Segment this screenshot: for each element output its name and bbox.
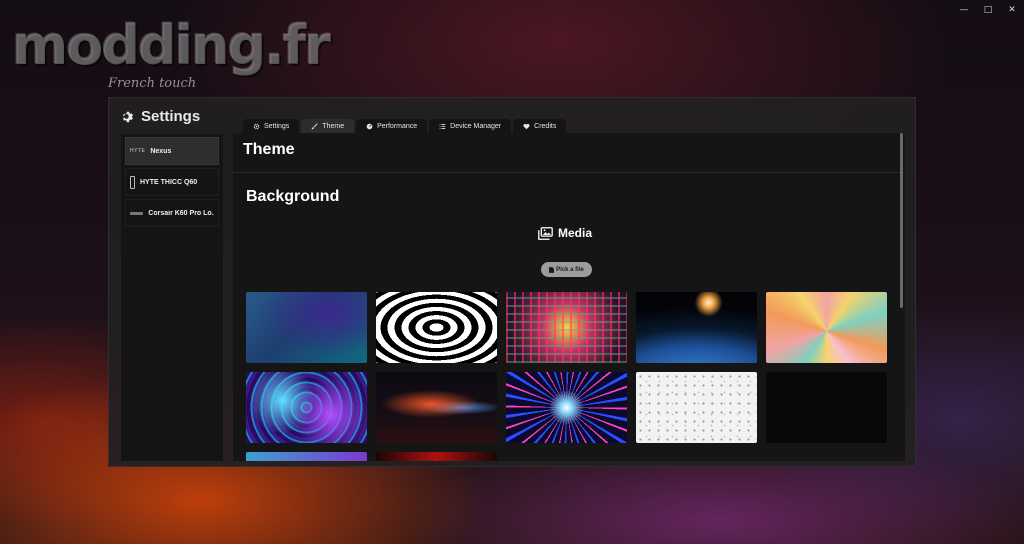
device-label: Corsair K60 Pro Lo...	[148, 209, 214, 217]
gauge-icon	[366, 123, 373, 129]
tab-theme[interactable]: Theme	[301, 119, 355, 133]
device-item-corsair-k60[interactable]: Corsair K60 Pro Lo...	[125, 199, 219, 227]
thumbnail-black-empty[interactable]	[766, 372, 887, 443]
thumbnail-neon-tunnel[interactable]	[506, 292, 627, 363]
file-icon	[549, 266, 555, 273]
thumbnail-earth-from-space[interactable]	[636, 292, 757, 363]
app-title: Settings	[121, 108, 200, 125]
brush-icon	[311, 122, 318, 129]
thumbnail-retro-sunburst[interactable]	[766, 292, 887, 363]
device-label: Nexus	[150, 147, 172, 155]
thumbnail-black-white-rings[interactable]	[376, 292, 497, 363]
content-scrollbar[interactable]	[900, 133, 903, 308]
app-title-text: Settings	[141, 108, 201, 125]
pick-file-button[interactable]: Pick a file	[541, 262, 592, 277]
keyboard-icon	[130, 211, 144, 215]
tab-performance[interactable]: Performance	[356, 119, 428, 133]
settings-window: Settings HYTE Nexus HYTE THICC Q60 Corsa…	[108, 97, 916, 467]
media-label: Media	[558, 226, 593, 240]
tab-device-manager[interactable]: Device Manager	[429, 119, 512, 133]
thumbnail-blue-abstract-wave[interactable]	[246, 292, 367, 363]
watermark-text: modding.fr	[12, 14, 331, 77]
thumbnail-neon-light-streak[interactable]	[376, 372, 497, 443]
gear-icon	[253, 123, 260, 129]
close-button[interactable]: ✕	[1000, 2, 1024, 18]
section-title: Background	[246, 188, 340, 205]
media-heading: Media	[538, 226, 592, 240]
page-title: Theme	[243, 141, 295, 158]
device-label: HYTE THICC Q60	[140, 178, 198, 186]
watermark-logo: modding.fr French touch	[12, 14, 331, 98]
thumbnail-hyperspace-warp[interactable]	[506, 372, 627, 443]
heart-icon	[523, 123, 530, 129]
tab-label: Settings	[264, 122, 290, 130]
hyte-logo-icon: HYTE	[130, 148, 146, 154]
window-controls: — □ ✕	[952, 2, 1024, 18]
thumbnail-white-particles[interactable]	[636, 372, 757, 443]
tab-label: Device Manager	[450, 122, 502, 130]
theme-content: Theme Background Media Pick a file	[233, 133, 905, 461]
tab-label: Theme	[322, 122, 345, 130]
minimize-button[interactable]: —	[952, 2, 976, 18]
watermark-subtitle: French touch	[108, 76, 197, 91]
maximize-button[interactable]: □	[976, 2, 1000, 18]
case-icon	[130, 175, 135, 189]
thumbnail-red-partial[interactable]	[376, 452, 497, 461]
device-item-nexus[interactable]: HYTE Nexus	[125, 137, 219, 165]
tab-settings[interactable]: Settings	[243, 119, 300, 133]
thumbnail-blue-purple-partial[interactable]	[246, 452, 367, 461]
thumbnail-psychedelic-swirl[interactable]	[246, 372, 367, 443]
content-header: Theme	[233, 133, 905, 173]
tab-label: Credits	[534, 122, 557, 130]
gear-icon	[122, 111, 134, 122]
tab-bar: Settings Theme Performance Device Manage…	[243, 119, 567, 133]
device-item-hyte-thicc-q60[interactable]: HYTE THICC Q60	[125, 168, 219, 196]
list-icon	[439, 123, 446, 129]
wallpaper-grid	[246, 292, 887, 461]
tab-credits[interactable]: Credits	[513, 119, 567, 133]
pick-file-label: Pick a file	[556, 266, 584, 273]
device-sidebar: HYTE Nexus HYTE THICC Q60 Corsair K60 Pr…	[121, 134, 223, 461]
images-icon	[538, 226, 553, 240]
tab-label: Performance	[377, 122, 418, 130]
